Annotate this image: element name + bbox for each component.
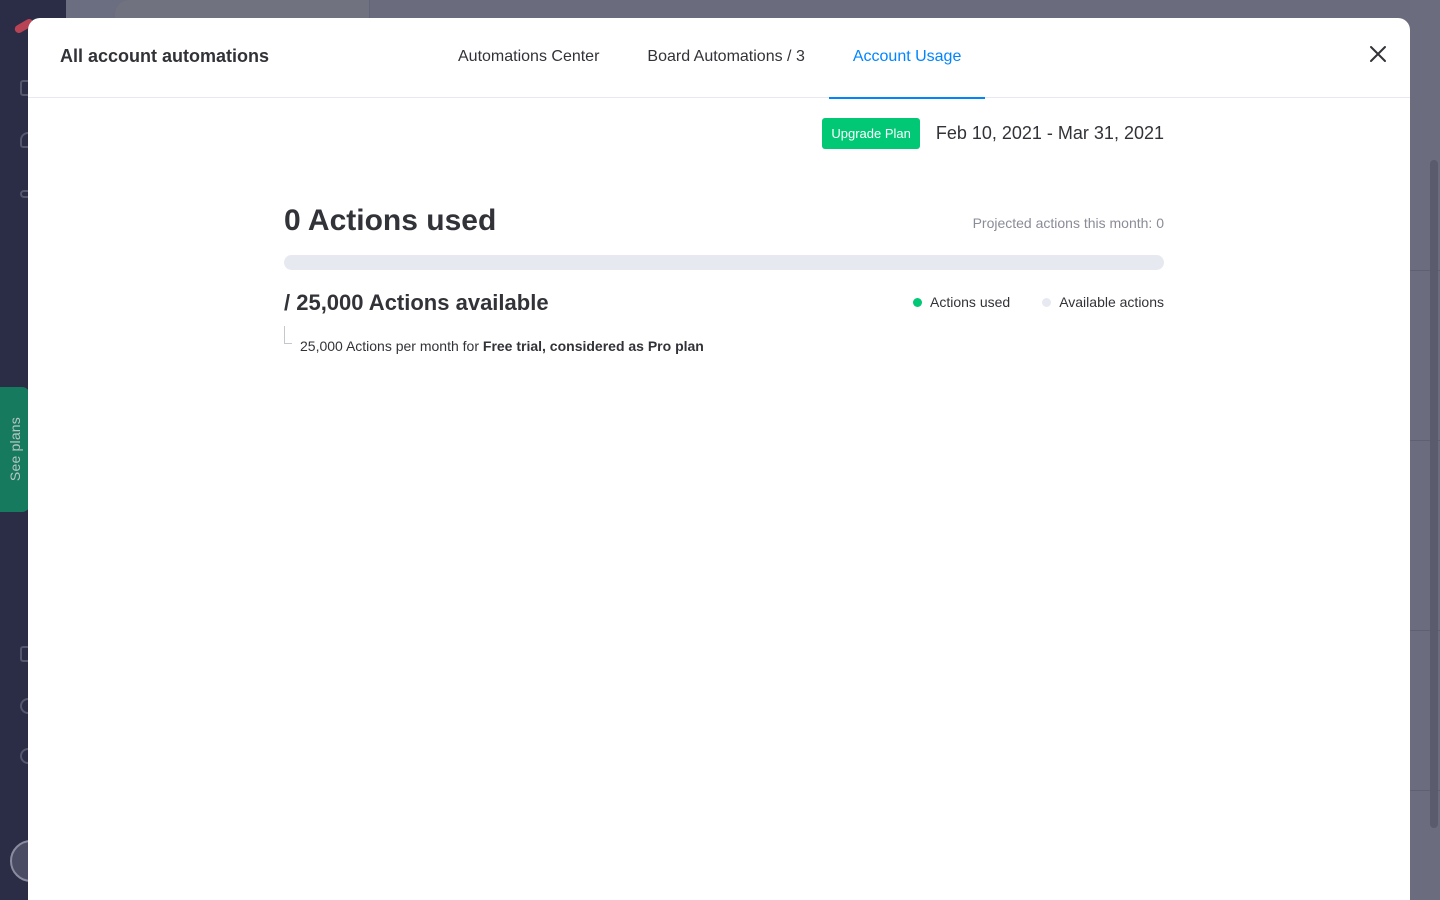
tab-board-automations[interactable]: Board Automations / 3: [623, 18, 828, 98]
close-button[interactable]: [1364, 40, 1392, 68]
used-dot-icon: [913, 297, 923, 307]
upgrade-plan-button[interactable]: Upgrade Plan: [822, 118, 920, 149]
plan-note-plan: Free trial, considered as Pro plan: [482, 338, 704, 354]
projected-actions: Projected actions this month: 0: [972, 215, 1164, 231]
tab-label: Automations Center: [458, 48, 600, 65]
plan-note: 25,000 Actions per month for Free trial,…: [284, 326, 884, 354]
tab-automations-center[interactable]: Automations Center: [434, 18, 623, 98]
plan-note-prefix: 25,000 Actions per month for: [300, 338, 483, 354]
available-dot-icon: [1042, 297, 1052, 307]
automations-modal: All account automations Automations Cent…: [28, 18, 1410, 900]
background-scrollbar: [1430, 160, 1438, 828]
tab-account-usage[interactable]: Account Usage: [828, 18, 986, 99]
actions-available-title: / 25,000 Actions available: [284, 290, 549, 315]
tab-label: Board Automations / 3: [647, 48, 805, 65]
legend-item-available: Available actions: [1042, 294, 1164, 310]
actions-used-row: 0 Actions used Projected actions this mo…: [284, 204, 1164, 240]
plan-note-bracket: [284, 326, 292, 344]
legend-label: Actions used: [930, 294, 1011, 310]
actions-used-title: 0 Actions used: [284, 204, 497, 237]
legend-item-used: Actions used: [913, 294, 1010, 310]
background-board-header: [115, 0, 370, 18]
usage-progress-bar: [284, 255, 1164, 270]
usage-top-row: Upgrade Plan Feb 10, 2021 - Mar 31, 2021: [822, 118, 1164, 149]
date-range: Feb 10, 2021 - Mar 31, 2021: [935, 123, 1164, 143]
modal-title: All account automations: [60, 46, 270, 66]
usage-legend: Actions used Available actions: [913, 294, 1164, 310]
plan-note-text: 25,000 Actions per month for Free trial,…: [300, 338, 704, 354]
tab-label: Account Usage: [852, 48, 962, 65]
see-plans-label: See plans: [7, 417, 23, 482]
modal-tabs: Automations Center Board Automations / 3…: [434, 18, 986, 99]
see-plans-tab: See plans: [0, 387, 30, 512]
close-icon: [1370, 46, 1386, 62]
legend-label: Available actions: [1059, 294, 1164, 310]
modal-header: All account automations Automations Cent…: [28, 18, 1410, 99]
